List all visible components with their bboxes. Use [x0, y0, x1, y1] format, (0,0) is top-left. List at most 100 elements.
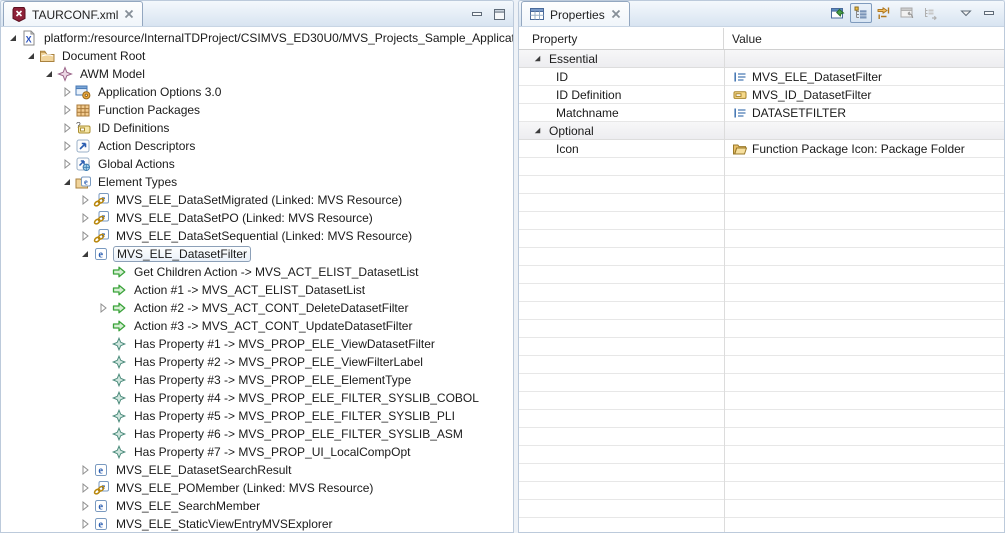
property-row[interactable]: Matchname DATASETFILTER: [519, 104, 1004, 122]
xml-editor-icon: [11, 6, 27, 22]
tree-item[interactable]: Action Descriptors: [1, 137, 513, 155]
expander-closed-icon[interactable]: [61, 84, 75, 100]
property-value-cell[interactable]: MVS_ELE_DatasetFilter: [724, 68, 1004, 85]
expander-open-icon[interactable]: [25, 48, 39, 64]
svg-text:e: e: [98, 250, 103, 261]
tree-item[interactable]: Global Actions: [1, 155, 513, 173]
show-categories-icon[interactable]: [850, 3, 872, 23]
column-header-value[interactable]: Value: [724, 32, 762, 46]
expander-closed-icon[interactable]: [61, 156, 75, 172]
tree-item[interactable]: Document Root: [1, 47, 513, 65]
tree-item[interactable]: eMVS_ELE_DatasetSearchResult: [1, 461, 513, 479]
property-value-cell[interactable]: DATASETFILTER: [724, 104, 1004, 121]
property-category-row[interactable]: Optional: [519, 122, 1004, 140]
column-header-property[interactable]: Property: [519, 28, 724, 49]
property-value: MVS_ELE_DatasetFilter: [752, 70, 882, 84]
has-property-icon: [111, 390, 127, 406]
maximize-icon[interactable]: [491, 6, 507, 22]
expander-closed-icon[interactable]: [79, 480, 93, 496]
tree-item[interactable]: Application Options 3.0: [1, 83, 513, 101]
tree-item[interactable]: Get Children Action -> MVS_ACT_ELIST_Dat…: [1, 263, 513, 281]
property-row[interactable]: ID Definition MVS_ID_DatasetFilter: [519, 86, 1004, 104]
has-property-icon: [111, 426, 127, 442]
tree-item[interactable]: Has Property #2 -> MVS_PROP_ELE_ViewFilt…: [1, 353, 513, 371]
tree-item[interactable]: eMVS_ELE_SearchMember: [1, 497, 513, 515]
property-row[interactable]: IconFunction Package Icon: Package Folde…: [519, 140, 1004, 158]
tree-item[interactable]: eMVS_ELE_DataSetPO (Linked: MVS Resource…: [1, 209, 513, 227]
tree-item[interactable]: Action #2 -> MVS_ACT_CONT_DeleteDatasetF…: [1, 299, 513, 317]
property-name: ID Definition: [519, 88, 621, 102]
empty-value-cell: [724, 266, 1004, 283]
minimize-icon[interactable]: [469, 6, 485, 22]
expander-closed-icon[interactable]: [61, 138, 75, 154]
tree-item[interactable]: eElement Types: [1, 173, 513, 191]
tree-item[interactable]: eMVS_ELE_POMember (Linked: MVS Resource): [1, 479, 513, 497]
pin-properties-view-icon[interactable]: [827, 3, 849, 23]
property-row[interactable]: IDMVS_ELE_DatasetFilter: [519, 68, 1004, 86]
tree-item[interactable]: eMVS_ELE_StaticViewEntryMVSExplorer: [1, 515, 513, 532]
function-packages-icon: [75, 102, 91, 118]
minimize-view-icon[interactable]: [978, 3, 1000, 23]
expander-open-icon[interactable]: [7, 30, 21, 46]
expander-closed-icon[interactable]: [79, 516, 93, 532]
tree-item[interactable]: Action #1 -> MVS_ACT_ELIST_DatasetList: [1, 281, 513, 299]
tree-item[interactable]: Function Packages: [1, 101, 513, 119]
tree-item[interactable]: Has Property #5 -> MVS_PROP_ELE_FILTER_S…: [1, 407, 513, 425]
action-descriptor-icon: [75, 138, 91, 154]
close-icon[interactable]: [610, 8, 622, 20]
tree-item-label: Has Property #5 -> MVS_PROP_ELE_FILTER_S…: [131, 409, 458, 423]
tree-item[interactable]: ?ID Definitions: [1, 119, 513, 137]
expander-open-icon[interactable]: [43, 66, 57, 82]
empty-value-cell: [724, 500, 1004, 517]
expander-closed-icon[interactable]: [61, 102, 75, 118]
show-advanced-properties-icon[interactable]: [873, 3, 895, 23]
show-original-order-icon: [919, 3, 941, 23]
expander-closed-icon[interactable]: [79, 228, 93, 244]
expander-open-icon[interactable]: [79, 246, 93, 262]
property-value: DATASETFILTER: [752, 106, 846, 120]
property-name-cell: Icon: [519, 140, 724, 157]
expander-closed-icon[interactable]: [79, 192, 93, 208]
property-value-cell[interactable]: MVS_ID_DatasetFilter: [724, 86, 1004, 103]
tree-item-label: Document Root: [59, 49, 148, 63]
expander-open-icon[interactable]: [532, 53, 544, 64]
property-category-row[interactable]: Essential: [519, 50, 1004, 68]
tree-item[interactable]: Has Property #4 -> MVS_PROP_ELE_FILTER_S…: [1, 389, 513, 407]
close-icon[interactable]: [123, 8, 135, 20]
tree-item[interactable]: Xplatform:/resource/InternalTDProject/CS…: [1, 29, 513, 47]
tree-item[interactable]: Has Property #3 -> MVS_PROP_ELE_ElementT…: [1, 371, 513, 389]
expander-closed-icon[interactable]: [79, 462, 93, 478]
expander-closed-icon[interactable]: [79, 210, 93, 226]
text-property-icon: [732, 105, 748, 121]
tab-taurconf-xml[interactable]: TAURCONF.xml: [3, 1, 143, 26]
editor-tab-title: TAURCONF.xml: [32, 7, 118, 22]
tree-item[interactable]: Has Property #7 -> MVS_PROP_UI_LocalComp…: [1, 443, 513, 461]
tree-item[interactable]: Has Property #1 -> MVS_PROP_ELE_ViewData…: [1, 335, 513, 353]
property-value-cell: [724, 50, 1004, 67]
view-menu-icon[interactable]: [955, 3, 977, 23]
tree-item[interactable]: AWM Model: [1, 65, 513, 83]
expander-open-icon[interactable]: [61, 174, 75, 190]
property-value-cell[interactable]: Function Package Icon: Package Folder: [724, 140, 1004, 157]
editor-panel: TAURCONF.xml Xplatform:/resource/Interna…: [0, 0, 514, 533]
expander-closed-icon[interactable]: [97, 300, 111, 316]
tree-item-label: AWM Model: [77, 67, 148, 81]
tree-item-label: Has Property #1 -> MVS_PROP_ELE_ViewData…: [131, 337, 438, 351]
element-icon: e: [93, 462, 109, 478]
tree-item[interactable]: eMVS_ELE_DatasetFilter: [1, 245, 513, 263]
tree-item[interactable]: Action #3 -> MVS_ACT_CONT_UpdateDatasetF…: [1, 317, 513, 335]
property-name: Matchname: [519, 106, 619, 120]
table-row-empty: [519, 446, 1004, 464]
expander-closed-icon[interactable]: [61, 120, 75, 136]
restore-default-value-icon: [896, 3, 918, 23]
empty-name-cell: [519, 212, 724, 229]
table-row-empty: [519, 158, 1004, 176]
tree-item[interactable]: Has Property #6 -> MVS_PROP_ELE_FILTER_S…: [1, 425, 513, 443]
tab-properties[interactable]: Properties: [521, 1, 630, 26]
tree-item[interactable]: eMVS_ELE_DataSetMigrated (Linked: MVS Re…: [1, 191, 513, 209]
tree-item[interactable]: eMVS_ELE_DataSetSequential (Linked: MVS …: [1, 227, 513, 245]
empty-name-cell: [519, 374, 724, 391]
empty-name-cell: [519, 320, 724, 337]
expander-open-icon[interactable]: [532, 125, 544, 136]
expander-closed-icon[interactable]: [79, 498, 93, 514]
